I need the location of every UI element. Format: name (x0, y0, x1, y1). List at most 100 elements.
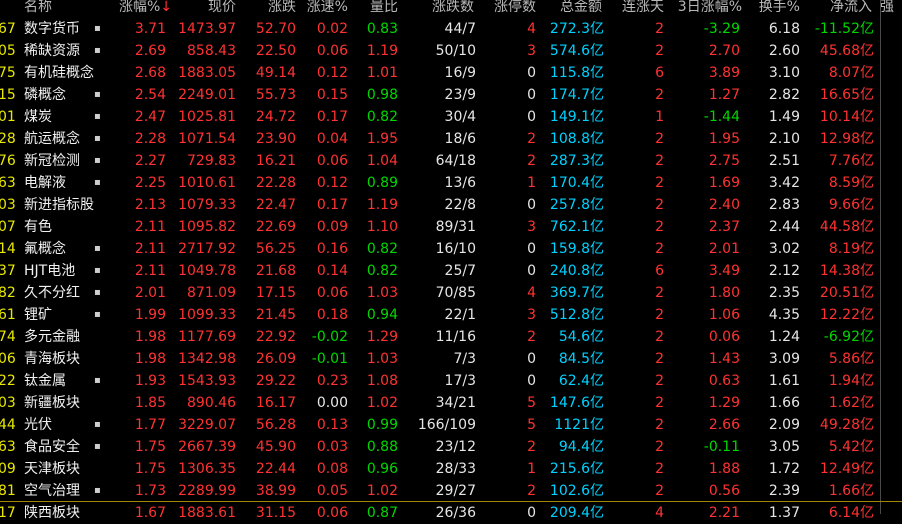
table-row[interactable]: 74 多元金融 1.98 1177.69 22.92 -0.02 1.29 11/16 2 54.… (0, 326, 902, 348)
row-three-day: 1.43 (708, 351, 740, 367)
header-name[interactable]: 名称 (24, 0, 84, 18)
header-strength[interactable]: 强 (880, 0, 902, 18)
table-row[interactable]: 61 锂矿 ▪ 1.99 1099.33 21.45 0.18 0.94 22/1 3 512.8 亿… (0, 304, 902, 326)
row-change: 22.44 (255, 461, 296, 477)
row-flag-icon (94, 348, 104, 370)
row-turnover: 2.09 (768, 417, 800, 433)
row-inflow-unit: 亿 (860, 329, 874, 345)
row-change-pct: 2.27 (134, 153, 166, 169)
table-row[interactable]: 76 新冠检测 ▪ 2.27 729.83 16.21 0.06 1.04 64/18 2 287.… (0, 150, 902, 172)
header-three-day[interactable]: 3日涨幅% (668, 0, 742, 18)
header-vol-ratio[interactable]: 量比 (350, 0, 398, 18)
row-change: 22.69 (255, 219, 296, 235)
row-speed: 0.14 (316, 263, 348, 279)
table-row[interactable]: 09 天津板块 1.75 1306.35 22.44 0.08 0.96 28/33 1 215.… (0, 458, 902, 480)
row-net-inflow: 5.42 (828, 439, 860, 455)
row-flag-icon (94, 392, 104, 414)
row-net-inflow: 14.38 (819, 263, 860, 279)
row-inflow-unit: 亿 (860, 87, 874, 103)
table-row[interactable]: 82 久不分红 ▪ 2.01 871.09 17.15 0.06 1.03 70/85 4 369.… (0, 282, 902, 304)
row-code: 76 (0, 153, 16, 169)
table-row[interactable]: 67 数字货币 ▪ 3.71 1473.97 52.70 0.02 0.83 44/7 4 272.… (0, 18, 902, 40)
table-row[interactable]: 75 有机硅概念 2.68 1883.05 49.14 0.12 1.01 16/9 0 115.… (0, 62, 902, 84)
table-row[interactable]: 37 HJT电池 ▪ 2.11 1049.78 21.68 0.14 0.82 25/7 0 240… (0, 260, 902, 282)
table-row[interactable]: 63 电解液 ▪ 2.25 1010.61 22.28 0.12 0.89 13/6 1 170.4… (0, 172, 902, 194)
row-price: 2717.92 (178, 241, 236, 257)
row-vol-ratio: 1.29 (366, 329, 398, 345)
row-amount: 108.8 (549, 131, 590, 147)
table-row[interactable]: 03 新疆板块 1.85 890.46 16.17 0.00 1.02 34/21 5 147.6… (0, 392, 902, 414)
row-code: 67 (0, 21, 16, 37)
row-flag-icon (94, 458, 104, 480)
row-flag-icon: ▪ (94, 89, 101, 100)
row-price: 1099.33 (178, 307, 236, 323)
table-row[interactable]: 28 航运概念 ▪ 2.28 1071.54 23.90 0.04 1.95 18/6 2 108.… (0, 128, 902, 150)
table-row[interactable]: 03 新进指标股 2.13 1079.33 22.47 0.17 1.19 22/8 0 257.… (0, 194, 902, 216)
table-row[interactable]: 17 陕西板块 1.67 1883.61 31.15 0.06 0.87 26/36 0 209.… (0, 502, 902, 524)
header-speed[interactable]: 涨速% (296, 0, 348, 18)
row-price: 1049.78 (178, 263, 236, 279)
row-amount: 174.7 (549, 87, 590, 103)
row-change-pct: 2.11 (134, 241, 166, 257)
row-turnover: 1.61 (768, 373, 800, 389)
row-streak: 2 (655, 373, 664, 389)
row-streak: 2 (655, 87, 664, 103)
row-net-inflow: 8.19 (828, 241, 860, 257)
header-turnover[interactable]: 换手% (750, 0, 800, 18)
row-vol-ratio: 0.82 (366, 109, 398, 125)
row-speed: -0.02 (311, 329, 348, 345)
table-row[interactable]: 63 食品安全 ▪ 1.75 2667.39 45.90 0.03 0.88 23/12 2 94.… (0, 436, 902, 458)
row-limit-up: 0 (527, 109, 536, 125)
table-row[interactable]: 01 煤炭 ▪ 2.47 1025.81 24.72 0.17 0.82 30/4 0 149.1 亿… (0, 106, 902, 128)
row-vol-ratio: 1.19 (366, 197, 398, 213)
row-inflow-unit: 亿 (860, 461, 874, 477)
table-row[interactable]: 14 氟概念 ▪ 2.11 2717.92 56.25 0.16 0.82 16/10 0 159.… (0, 238, 902, 260)
row-amount-unit: 亿 (590, 21, 604, 37)
row-price: 890.46 (187, 395, 236, 411)
row-change-pct: 2.01 (134, 285, 166, 301)
header-change-pct[interactable]: 涨幅%↓ (108, 0, 172, 18)
row-net-inflow: 7.76 (828, 153, 860, 169)
header-amount[interactable]: 总金额 (540, 0, 602, 18)
header-up-down[interactable]: 涨跌数 (410, 0, 474, 18)
row-price: 871.09 (187, 285, 236, 301)
row-turnover: 1.49 (768, 109, 800, 125)
row-inflow-unit: 亿 (860, 153, 874, 169)
header-change[interactable]: 涨跌 (240, 0, 296, 18)
row-inflow-unit: 亿 (860, 439, 874, 455)
row-change: 38.99 (255, 483, 296, 499)
table-row[interactable]: 22 钛金属 ▪ 1.93 1543.93 29.22 0.23 1.08 17/3 0 62.4 亿… (0, 370, 902, 392)
header-price[interactable]: 现价 (180, 0, 236, 18)
row-change-pct: 2.28 (134, 131, 166, 147)
header-streak[interactable]: 连涨天 (610, 0, 664, 18)
row-flag-icon: ▪ (94, 375, 101, 386)
header-limit-up[interactable]: 涨停数 (478, 0, 536, 18)
table-row[interactable]: 81 空气治理 ▪ 1.73 2289.99 38.99 0.05 1.02 29/27 2 102… (0, 480, 902, 502)
row-price: 3229.07 (178, 417, 236, 433)
row-three-day: 3.89 (708, 65, 740, 81)
row-code: 44 (0, 417, 16, 433)
row-net-inflow: 44.58 (819, 219, 860, 235)
row-three-day: 0.63 (708, 373, 740, 389)
table-row[interactable]: 06 青海板块 1.98 1342.98 26.09 -0.01 1.03 7/3 0 84.5 亿… (0, 348, 902, 370)
row-vol-ratio: 0.88 (366, 439, 398, 455)
row-limit-up: 5 (527, 395, 536, 411)
row-flag-icon (94, 326, 104, 348)
row-change: 16.21 (255, 153, 296, 169)
row-change-pct: 1.93 (134, 373, 166, 389)
table-row[interactable]: 05 稀缺资源 ▪ 2.69 858.43 22.50 0.06 1.19 50/10 3 574.… (0, 40, 902, 62)
row-three-day: 1.06 (708, 307, 740, 323)
row-code: 61 (0, 307, 16, 323)
table-row[interactable]: 15 磷概念 ▪ 2.54 2249.01 55.73 0.15 0.98 23/9 0 174.7… (0, 84, 902, 106)
row-price: 1025.81 (178, 109, 236, 125)
row-amount: 369.7 (549, 285, 590, 301)
row-vol-ratio: 0.98 (366, 87, 398, 103)
row-amount: 115.8 (549, 65, 590, 81)
row-limit-up: 3 (527, 307, 536, 323)
table-row[interactable]: 44 光伏 ▪ 1.77 3229.07 56.28 0.13 0.99 166/109 5 112… (0, 414, 902, 436)
row-amount-unit: 亿 (590, 483, 604, 499)
table-row[interactable]: 07 有色 2.11 1095.82 22.69 0.09 1.10 89/31 3 762.1 亿… (0, 216, 902, 238)
row-change-pct: 2.68 (134, 65, 166, 81)
header-net-inflow[interactable]: 净流入 (812, 0, 872, 18)
row-divider (0, 501, 902, 502)
